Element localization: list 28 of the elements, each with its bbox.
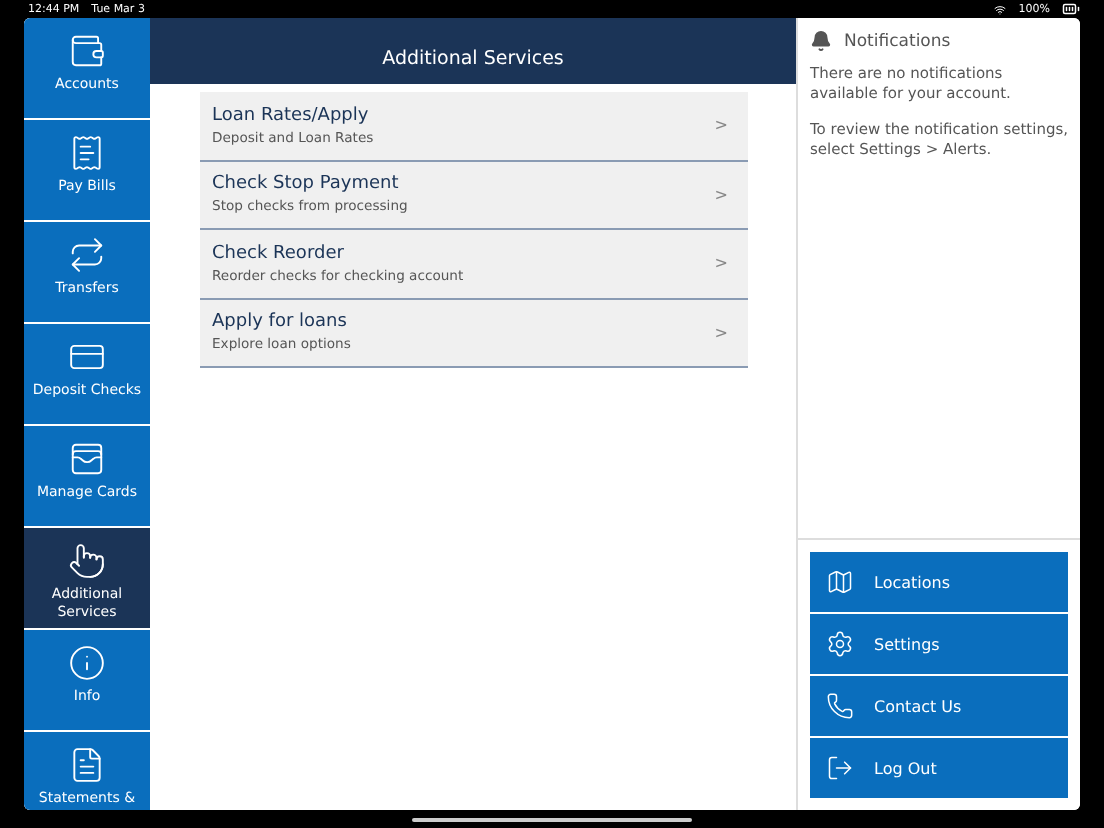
nav-icon	[68, 32, 106, 70]
notifications-title: Notifications	[844, 31, 951, 51]
action-button[interactable]: Contact Us	[810, 676, 1068, 736]
nav-icon	[68, 134, 106, 172]
chevron-icon: >	[714, 116, 728, 135]
nav-icon	[68, 542, 106, 580]
nav-icon	[68, 236, 106, 274]
action-icon	[826, 568, 854, 596]
service-title: Check Stop Payment	[212, 174, 401, 195]
wifi-icon	[994, 3, 1007, 15]
action-button[interactable]: Settings	[810, 614, 1068, 674]
chevron-icon: >	[714, 254, 728, 273]
action-button[interactable]: Log Out	[810, 738, 1068, 798]
service-title: Loan Rates/Apply	[212, 105, 371, 126]
service-title: Apply for loans	[212, 312, 349, 333]
battery-icon	[1062, 0, 1080, 18]
nav-icon	[68, 644, 106, 682]
bell-icon	[810, 30, 832, 52]
nav-icon	[68, 440, 106, 478]
action-icon	[826, 630, 854, 658]
nav-icon	[68, 746, 106, 784]
action-icon	[826, 692, 854, 720]
service-title: Check Reorder	[212, 243, 346, 264]
action-icon	[826, 754, 854, 782]
action-button[interactable]: Locations	[810, 552, 1068, 612]
chevron-icon: >	[714, 323, 728, 342]
chevron-icon: >	[714, 185, 728, 204]
page-title: Additional Services	[382, 48, 564, 70]
